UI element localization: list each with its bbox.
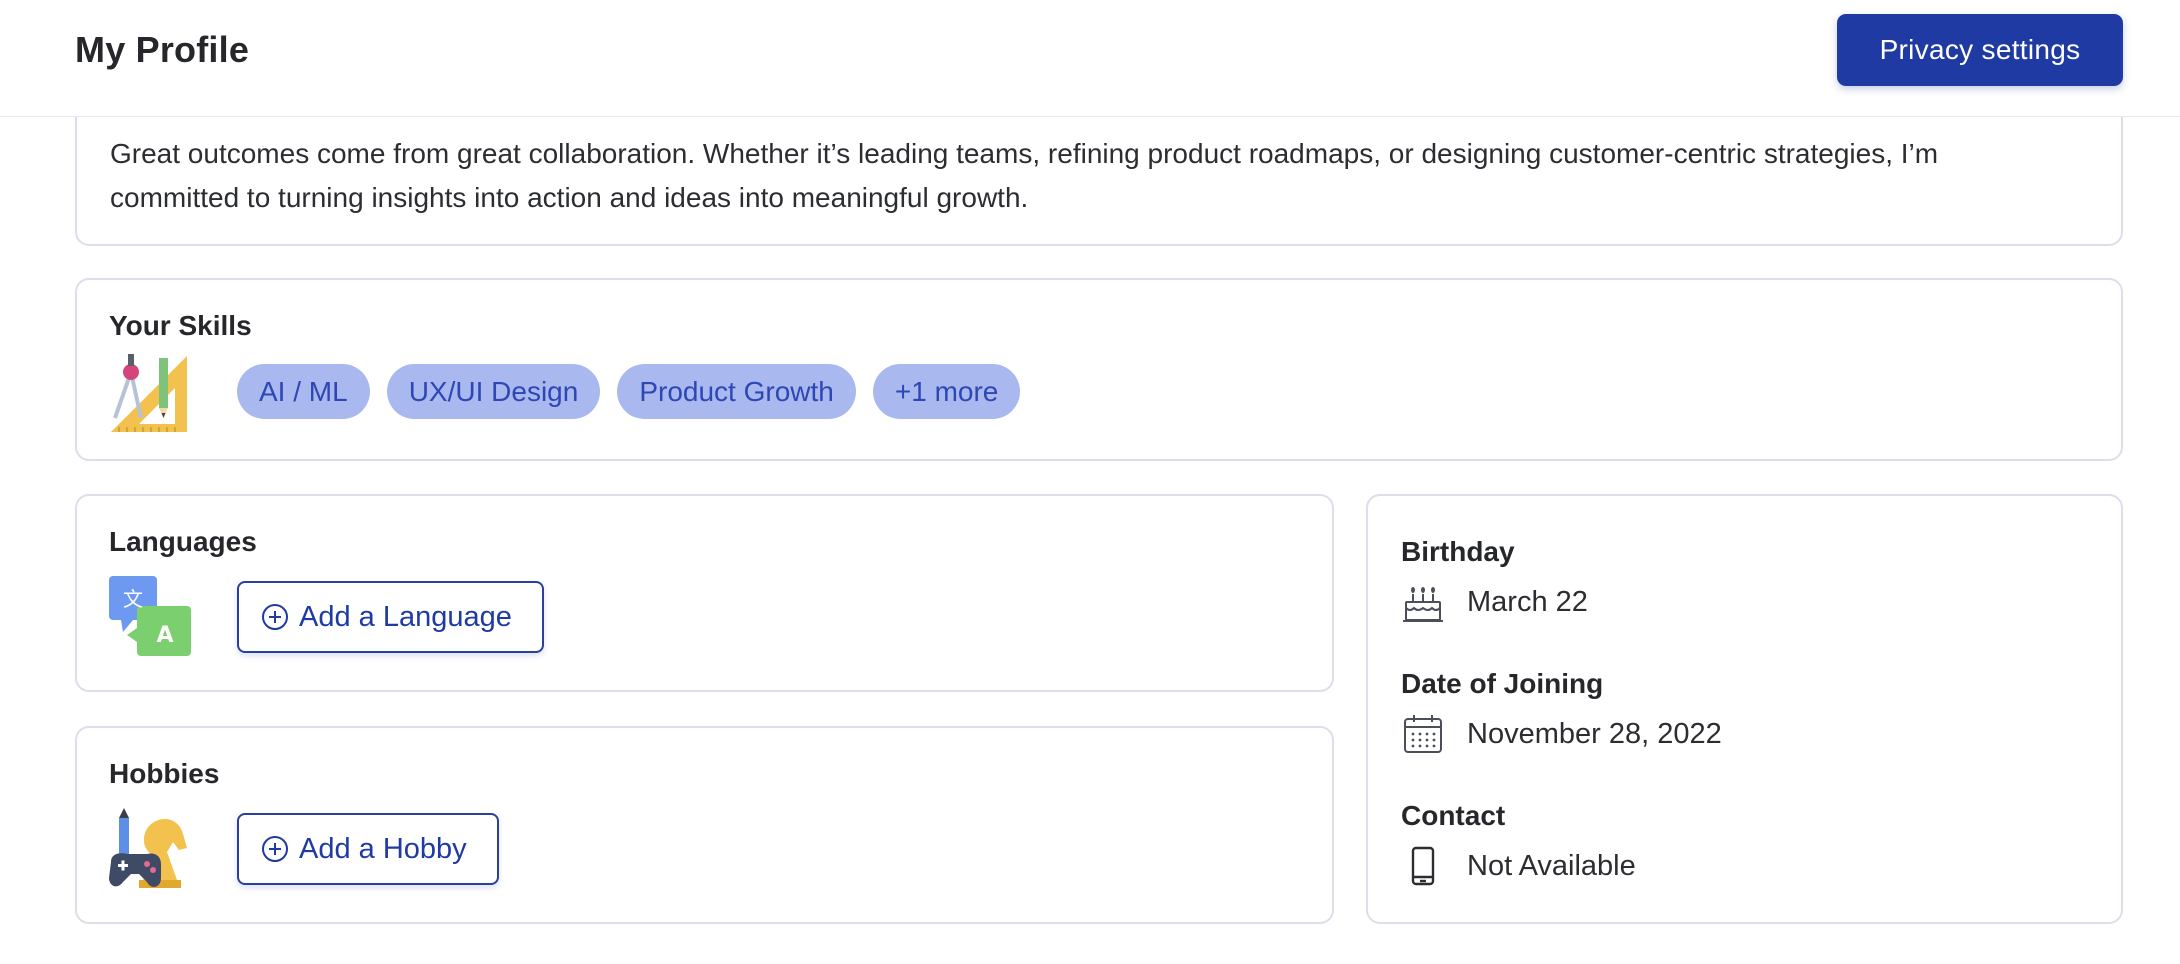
birthday-value: March 22 xyxy=(1467,585,1588,618)
languages-title: Languages xyxy=(109,526,257,557)
page-title: My Profile xyxy=(75,29,250,70)
plus-circle-icon xyxy=(262,836,288,862)
add-hobby-button[interactable]: Add a Hobby xyxy=(237,813,499,885)
add-language-button[interactable]: Add a Language xyxy=(237,581,544,653)
skill-chip[interactable]: AI / ML xyxy=(237,364,370,419)
birthday-label: Birthday xyxy=(1401,536,1515,567)
privacy-settings-button[interactable]: Privacy settings xyxy=(1837,14,2123,86)
skill-chips: AI / ML UX/UI Design Product Growth +1 m… xyxy=(237,364,1021,419)
hobbies-icon xyxy=(109,808,191,890)
about-text: Great outcomes come from great collabora… xyxy=(110,138,1939,213)
translate-icon: 文 A xyxy=(109,576,191,658)
cake-icon xyxy=(1403,587,1443,622)
calendar-icon xyxy=(1404,715,1442,753)
svg-text:A: A xyxy=(156,623,173,648)
about-card: Great outcomes come from great collabora… xyxy=(75,100,2123,246)
personal-details-card: Birthday March 22 Date of Joining Novemb… xyxy=(1366,494,2123,924)
phone-icon xyxy=(1411,846,1435,886)
joining-date-row: November 28, 2022 xyxy=(1401,712,1722,756)
contact-value: Not Available xyxy=(1467,849,1636,882)
svg-text:文: 文 xyxy=(123,587,143,611)
languages-card: Languages 文 A Add a Language xyxy=(75,494,1334,692)
contact-label: Contact xyxy=(1401,800,1506,831)
page-header: My Profile Privacy settings xyxy=(0,0,2180,117)
design-tools-icon xyxy=(109,352,191,434)
add-language-label: Add a Language xyxy=(299,600,512,633)
joining-date-value: November 28, 2022 xyxy=(1467,717,1722,750)
birthday-row: March 22 xyxy=(1401,580,1588,624)
skill-chip[interactable]: Product Growth xyxy=(617,364,856,419)
hobbies-card: Hobbies Add a Hobby xyxy=(75,726,1334,924)
skills-card: Your Skills AI / ML UX/UI Design Product… xyxy=(75,278,2123,461)
joining-date-label: Date of Joining xyxy=(1401,668,1604,699)
skill-chip[interactable]: UX/UI Design xyxy=(386,364,601,419)
more-skills-chip[interactable]: +1 more xyxy=(872,364,1021,419)
hobbies-title: Hobbies xyxy=(109,758,220,789)
add-hobby-label: Add a Hobby xyxy=(299,832,467,865)
plus-circle-icon xyxy=(262,604,288,630)
contact-row: Not Available xyxy=(1401,844,1636,888)
skills-title: Your Skills xyxy=(109,310,252,341)
